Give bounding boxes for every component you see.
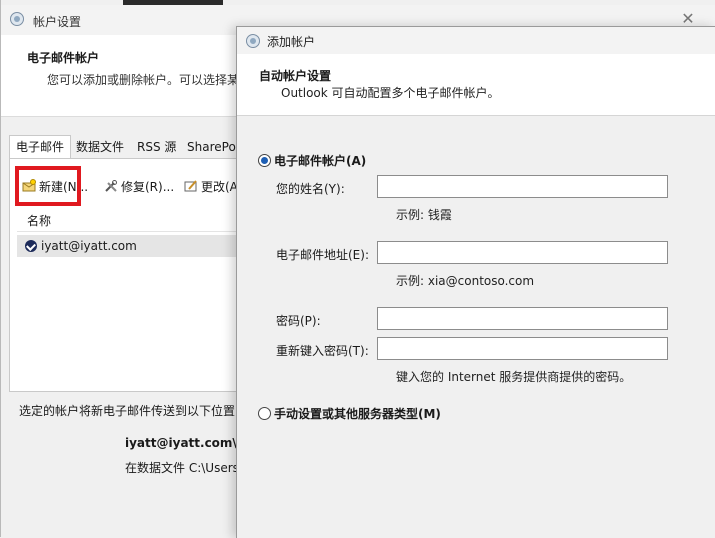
- column-header-name[interactable]: 名称: [17, 211, 247, 232]
- repair-label: 修复(R)...: [121, 180, 175, 194]
- add-account-title: 添加帐户: [267, 35, 316, 49]
- deliver-location-text: 选定的帐户将新电子邮件传送到以下位置:: [19, 404, 240, 418]
- account-settings-title: 帐户设置: [33, 15, 82, 29]
- tab-rss[interactable]: RSS 源: [130, 135, 183, 159]
- repair-tools-icon: [105, 180, 117, 192]
- manual-setup-radio[interactable]: [258, 407, 271, 420]
- password-hint: 键入您的 Internet 服务提供商提供的密码。: [396, 370, 632, 384]
- add-account-header: 自动帐户设置 Outlook 可自动配置多个电子邮件帐户。: [237, 54, 715, 116]
- account-list: 名称 iyatt@iyatt.com: [17, 211, 247, 257]
- password-field[interactable]: [377, 307, 668, 330]
- email-accounts-heading: 电子邮件帐户: [27, 51, 100, 65]
- data-file-path: 在数据文件 C:\Users: [125, 461, 239, 475]
- default-check-icon: [25, 240, 37, 252]
- email-accounts-description: 您可以添加或删除帐户。可以选择某: [47, 73, 240, 87]
- highlight-new-button-box: [15, 166, 81, 206]
- manual-setup-option-label[interactable]: 手动设置或其他服务器类型(M): [274, 405, 441, 422]
- email-example: 示例: xia@contoso.com: [396, 274, 535, 288]
- tab-data-files[interactable]: 数据文件: [69, 135, 131, 159]
- name-example: 示例: 钱霞: [396, 208, 452, 222]
- outlook-window-icon: [10, 12, 24, 26]
- email-account-option-label[interactable]: 电子邮件帐户(A): [274, 152, 366, 169]
- password-label: 密码(P):: [276, 314, 321, 328]
- change-label: 更改(A: [201, 180, 238, 194]
- retype-password-field[interactable]: [377, 337, 668, 360]
- add-account-dialog: 添加帐户 自动帐户设置 Outlook 可自动配置多个电子邮件帐户。 电子邮件帐…: [236, 26, 715, 538]
- account-name: iyatt@iyatt.com: [41, 239, 137, 253]
- change-account-icon: [184, 180, 197, 192]
- outlook-window-icon: [246, 34, 260, 48]
- email-account-radio[interactable]: [258, 154, 271, 167]
- email-label: 电子邮件地址(E):: [276, 248, 369, 262]
- auto-setup-heading: 自动帐户设置: [259, 69, 332, 83]
- retype-password-label: 重新键入密码(T):: [276, 344, 369, 358]
- name-field[interactable]: [377, 175, 668, 198]
- auto-setup-description: Outlook 可自动配置多个电子邮件帐户。: [281, 86, 500, 100]
- change-button[interactable]: 更改(A: [184, 177, 238, 197]
- tab-email[interactable]: 电子邮件: [9, 135, 72, 160]
- repair-button[interactable]: 修复(R)...: [104, 177, 174, 197]
- deliver-target: iyatt@iyatt.com\收: [125, 436, 249, 450]
- add-account-titlebar: 添加帐户: [237, 27, 715, 54]
- email-field[interactable]: [377, 241, 668, 264]
- name-label: 您的姓名(Y):: [276, 182, 345, 196]
- account-row[interactable]: iyatt@iyatt.com: [17, 235, 247, 257]
